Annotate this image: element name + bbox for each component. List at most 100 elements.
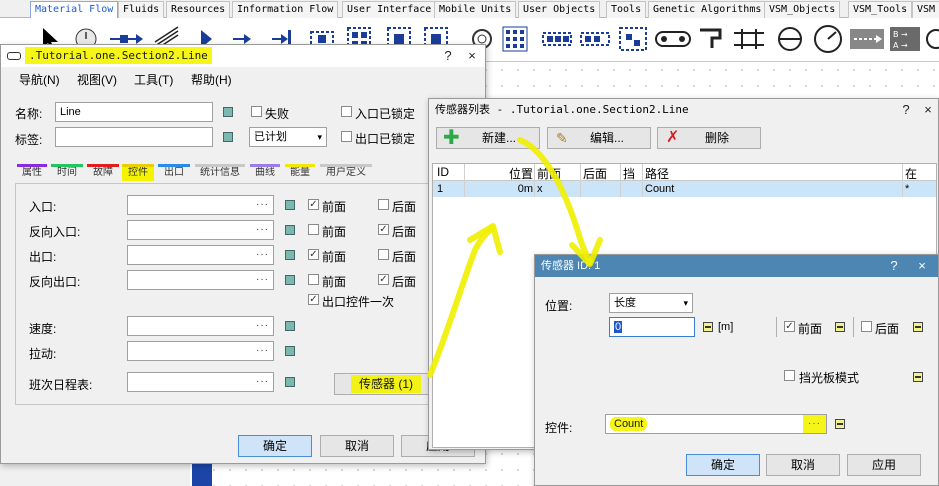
browse-dots[interactable]: ··· <box>256 317 269 335</box>
toolbox-tab[interactable]: Material Flow <box>30 1 119 18</box>
browse-dots[interactable]: ··· <box>256 271 269 289</box>
close-button[interactable]: × <box>911 255 933 277</box>
name-input[interactable]: Line <box>55 102 213 122</box>
column-header[interactable]: ID <box>437 165 465 179</box>
tab-attributes[interactable]: 属性 <box>17 164 47 181</box>
new-sensor-button[interactable]: ✚ 新建... <box>436 127 540 149</box>
column-header[interactable]: 后面 <box>583 165 621 182</box>
line-dialog-titlebar[interactable]: .Tutorial.one.Section2.Line <box>1 45 485 67</box>
position-mode-select[interactable]: 长度 ▾ <box>609 293 693 313</box>
toolbox-tab[interactable]: Mobile Units <box>434 1 517 18</box>
speed-inherit-icon[interactable] <box>285 321 295 331</box>
tab-times[interactable]: 时间 <box>51 164 83 181</box>
help-button[interactable]: ? <box>437 45 459 67</box>
exit-locked-checkbox[interactable] <box>341 131 352 142</box>
tab-energy[interactable]: 能量 <box>285 164 315 181</box>
column-header[interactable]: 前面 <box>537 165 581 182</box>
speed-input[interactable]: ··· <box>127 316 274 336</box>
browse-dots[interactable]: ··· <box>256 196 269 214</box>
front-checkbox[interactable] <box>308 224 319 235</box>
menu-help[interactable]: 帮助(H) <box>191 71 232 88</box>
drag-inherit-icon[interactable] <box>285 346 295 356</box>
name-inherit-icon[interactable] <box>223 107 233 117</box>
sensor-apply-button[interactable]: 应用 <box>847 454 921 476</box>
browse-dots[interactable]: ··· <box>256 221 269 239</box>
edit-sensor-button[interactable]: ✎ 编辑... <box>547 127 651 149</box>
tab-statistics[interactable]: 统计信息 <box>195 164 245 181</box>
entrance-locked-checkbox[interactable] <box>341 106 352 117</box>
help-button[interactable]: ? <box>895 99 917 121</box>
back-edit-icon[interactable] <box>913 322 923 332</box>
toolbox-tab[interactable]: Fluids <box>118 1 165 18</box>
back-checkbox[interactable] <box>861 321 872 332</box>
position-input[interactable]: 0 <box>609 317 695 337</box>
control-inherit-icon[interactable] <box>285 275 295 285</box>
position-edit-icon[interactable] <box>703 322 713 332</box>
toolbox-tab[interactable]: Information Flow <box>232 1 339 18</box>
browse-dots[interactable]: ··· <box>256 342 269 360</box>
toolbox-tab[interactable]: User Objects <box>518 1 601 18</box>
front-checkbox[interactable]: ✓ <box>308 249 319 260</box>
control-inherit-icon[interactable] <box>285 225 295 235</box>
cancel-button[interactable]: 取消 <box>320 435 394 457</box>
column-header[interactable]: 在 <box>905 165 933 182</box>
control-row-input[interactable]: ··· <box>127 270 274 290</box>
tag-inherit-icon[interactable] <box>223 132 233 142</box>
control-edit-icon[interactable] <box>835 419 845 429</box>
control-row-input[interactable]: ··· <box>127 195 274 215</box>
help-button[interactable]: ? <box>883 255 905 277</box>
column-header[interactable]: 挡 <box>623 165 641 182</box>
sensor-dialog-titlebar[interactable]: 传感器 ID: 1 <box>535 255 938 277</box>
control-input[interactable]: Count ··· <box>605 414 827 434</box>
menu-navigate[interactable]: 导航(N) <box>19 71 60 88</box>
menu-tools[interactable]: 工具(T) <box>134 71 173 88</box>
control-row-input[interactable]: ··· <box>127 220 274 240</box>
front-checkbox[interactable] <box>308 274 319 285</box>
exit-once-checkbox[interactable]: ✓ <box>308 294 319 305</box>
tab-failures[interactable]: 故障 <box>87 164 119 181</box>
browse-dots[interactable]: ··· <box>256 246 269 264</box>
shift-calendar-input[interactable]: ··· <box>127 372 274 392</box>
control-inherit-icon[interactable] <box>285 200 295 210</box>
toolbox-tab[interactable]: Tools <box>606 1 647 18</box>
control-inherit-icon[interactable] <box>285 250 295 260</box>
tag-input[interactable] <box>55 127 213 147</box>
toolbox-tab[interactable]: Resources <box>166 1 231 18</box>
column-header[interactable]: 位置 <box>467 165 533 182</box>
tab-user-defined[interactable]: 用户定义 <box>320 164 372 181</box>
browse-dots[interactable]: ··· <box>803 415 826 433</box>
close-button[interactable]: × <box>461 45 483 67</box>
toolbox-tab[interactable]: VSM <box>912 1 939 18</box>
front-checkbox[interactable]: ✓ <box>308 199 319 210</box>
toolbox-tab[interactable]: Genetic Algorithms <box>648 1 767 18</box>
tab-exit[interactable]: 出口 <box>158 164 190 181</box>
barrier-mode-checkbox[interactable] <box>784 370 795 381</box>
control-row-input[interactable]: ··· <box>127 245 274 265</box>
menu-view[interactable]: 视图(V) <box>77 71 117 88</box>
back-checkbox[interactable] <box>378 199 389 210</box>
tab-controls[interactable]: 控件 <box>122 164 154 181</box>
front-checkbox[interactable]: ✓ <box>784 321 795 332</box>
back-checkbox[interactable]: ✓ <box>378 274 389 285</box>
plan-select[interactable]: 已计划 ▾ <box>249 127 327 147</box>
toolbox-tab[interactable]: VSM_Objects <box>764 1 841 18</box>
tab-curves[interactable]: 曲线 <box>250 164 280 181</box>
toolbox-tab[interactable]: VSM_Tools <box>848 1 913 18</box>
barrier-edit-icon[interactable] <box>913 372 923 382</box>
browse-dots[interactable]: ··· <box>256 373 269 391</box>
drag-input[interactable]: ··· <box>127 341 274 361</box>
failed-checkbox[interactable] <box>251 106 262 117</box>
sensor-ok-button[interactable]: 确定 <box>686 454 760 476</box>
ok-button[interactable]: 确定 <box>238 435 312 457</box>
close-button[interactable]: × <box>917 99 939 121</box>
sensor-cancel-button[interactable]: 取消 <box>766 454 840 476</box>
sensor-list-titlebar[interactable]: 传感器列表 - .Tutorial.one.Section2.Line <box>429 99 938 121</box>
column-header[interactable]: 路径 <box>645 165 903 182</box>
delete-sensor-button[interactable]: ✗ 删除 <box>657 127 761 149</box>
back-checkbox[interactable]: ✓ <box>378 224 389 235</box>
shift-inherit-icon[interactable] <box>285 377 295 387</box>
front-edit-icon[interactable] <box>835 322 845 332</box>
toolbox-tab[interactable]: User Interface <box>342 1 437 18</box>
sensor-button[interactable]: 传感器 (1) <box>334 373 438 395</box>
back-checkbox[interactable] <box>378 249 389 260</box>
